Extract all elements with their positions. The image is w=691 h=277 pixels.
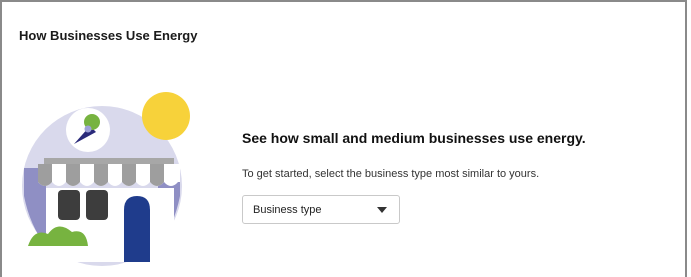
chevron-down-icon — [377, 207, 387, 213]
intro-headline: See how small and medium businesses use … — [242, 130, 586, 146]
storefront-illustration — [22, 92, 190, 266]
shop-window — [86, 190, 108, 220]
card-title: How Businesses Use Energy — [19, 28, 198, 43]
business-energy-card: How Businesses Use Energy See how small … — [0, 0, 687, 277]
sun-icon — [142, 92, 190, 140]
business-type-select-value: Business type — [253, 204, 322, 216]
shop-door — [124, 196, 150, 262]
intro-instructions: To get started, select the business type… — [242, 168, 540, 180]
awning — [38, 164, 180, 186]
business-type-select[interactable]: Business type — [242, 195, 400, 224]
shop-window — [58, 190, 80, 220]
